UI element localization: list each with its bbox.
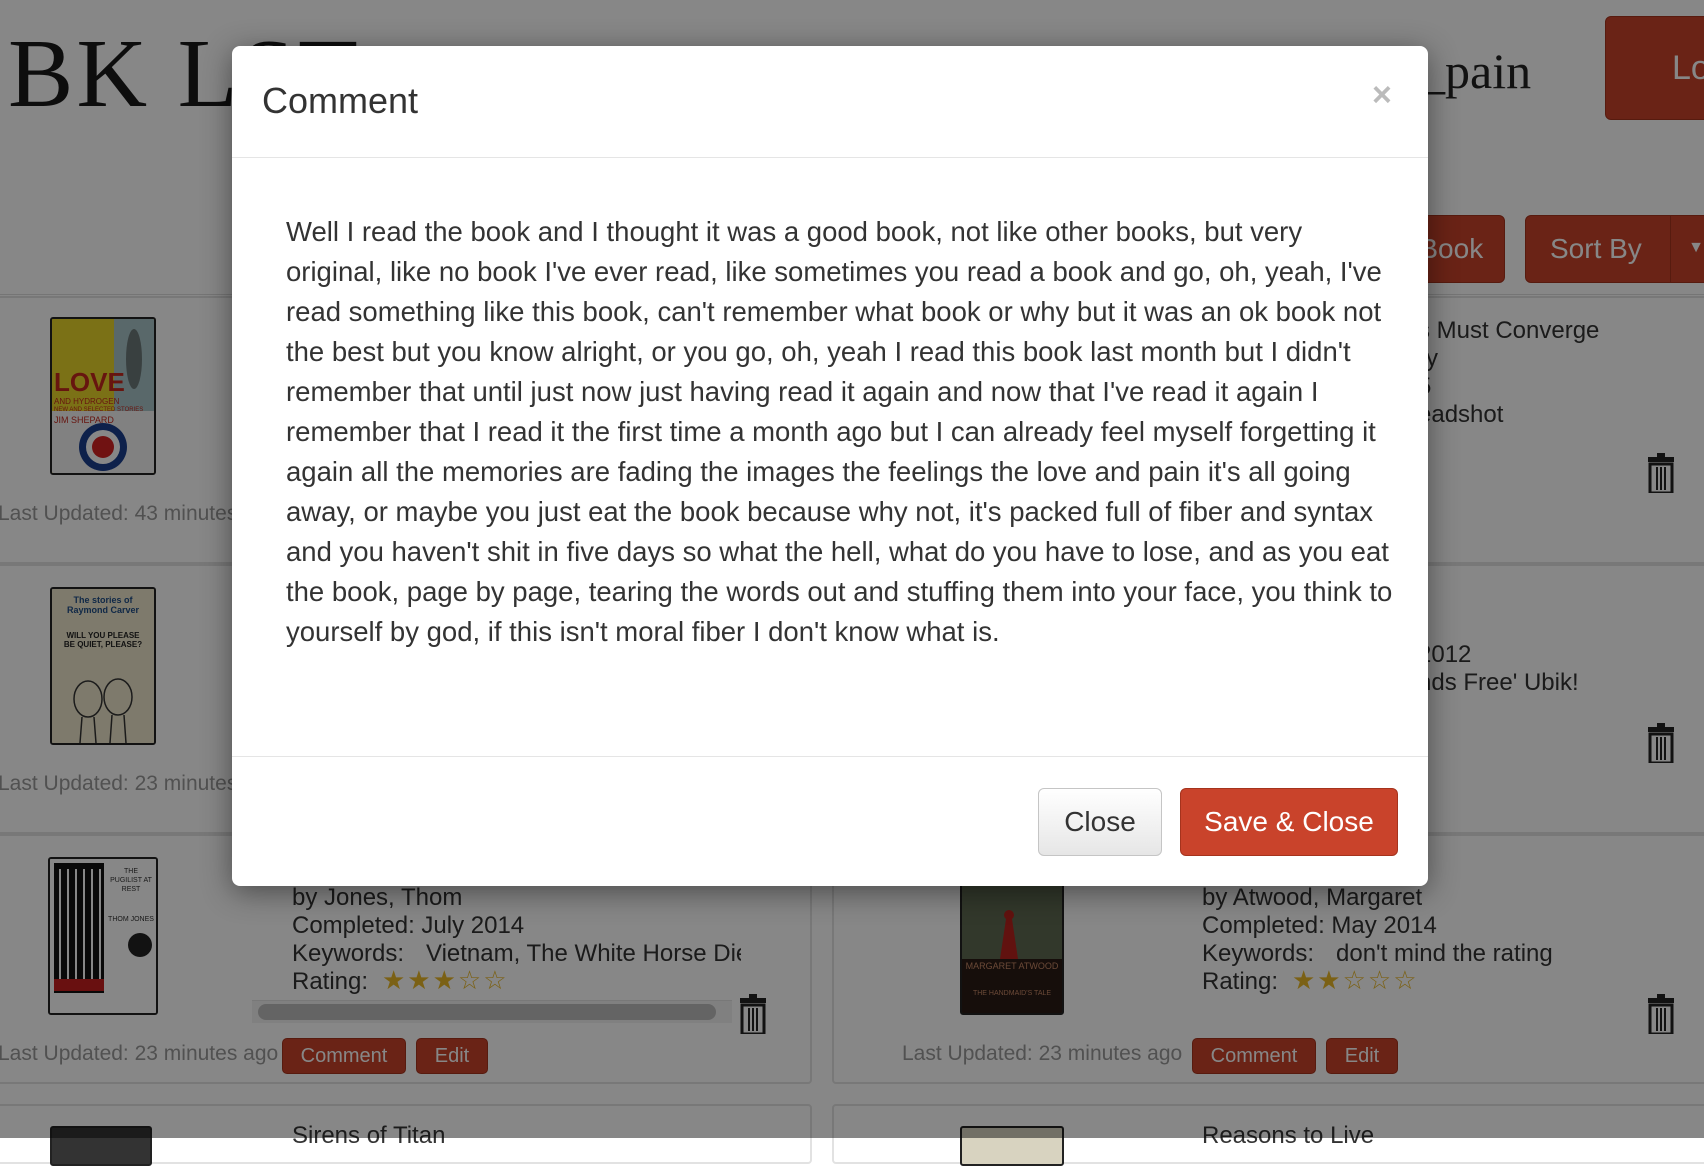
close-icon[interactable]: ×: [1372, 78, 1392, 112]
save-and-close-button[interactable]: Save & Close: [1180, 788, 1398, 856]
close-button[interactable]: Close: [1038, 788, 1162, 856]
modal-footer-divider: [232, 756, 1428, 757]
comment-text: Well I read the book and I thought it wa…: [286, 216, 1393, 647]
modal-header-divider: [232, 157, 1428, 158]
modal-title: Comment: [262, 80, 419, 121]
